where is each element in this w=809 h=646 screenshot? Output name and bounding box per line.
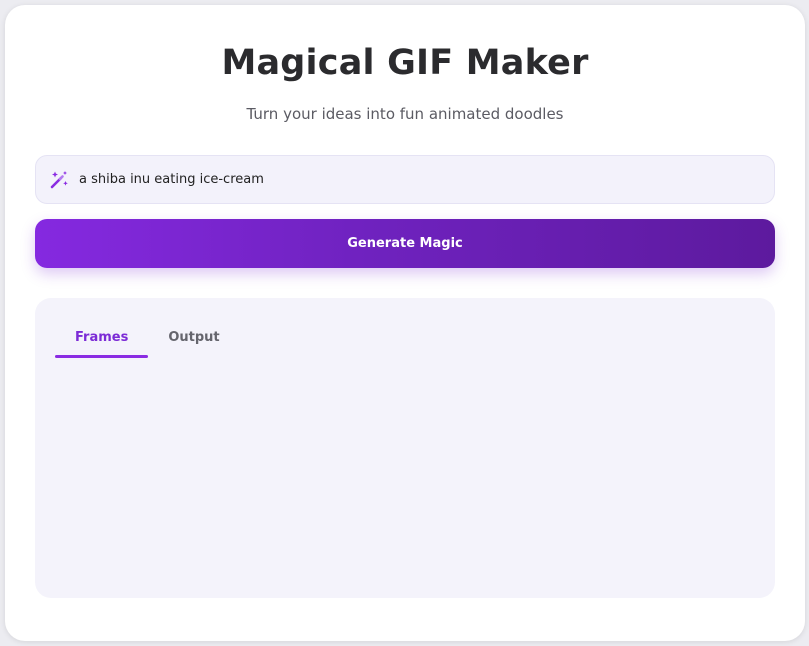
prompt-input[interactable] — [79, 172, 774, 187]
tab-output-label: Output — [168, 330, 220, 345]
frames-content — [55, 368, 755, 578]
page-subtitle: Turn your ideas into fun animated doodle… — [246, 105, 564, 123]
results-panel: Frames Output — [35, 298, 775, 598]
tab-bar: Frames Output — [55, 322, 240, 358]
main-card: Magical GIF Maker Turn your ideas into f… — [5, 5, 805, 641]
prompt-field[interactable] — [35, 155, 775, 204]
tab-frames[interactable]: Frames — [55, 322, 149, 358]
tab-frames-label: Frames — [75, 330, 129, 345]
page-title: Magical GIF Maker — [221, 43, 589, 83]
generate-button[interactable]: Generate Magic — [35, 219, 775, 268]
tab-output[interactable]: Output — [148, 322, 239, 358]
magic-wand-icon — [49, 170, 69, 190]
